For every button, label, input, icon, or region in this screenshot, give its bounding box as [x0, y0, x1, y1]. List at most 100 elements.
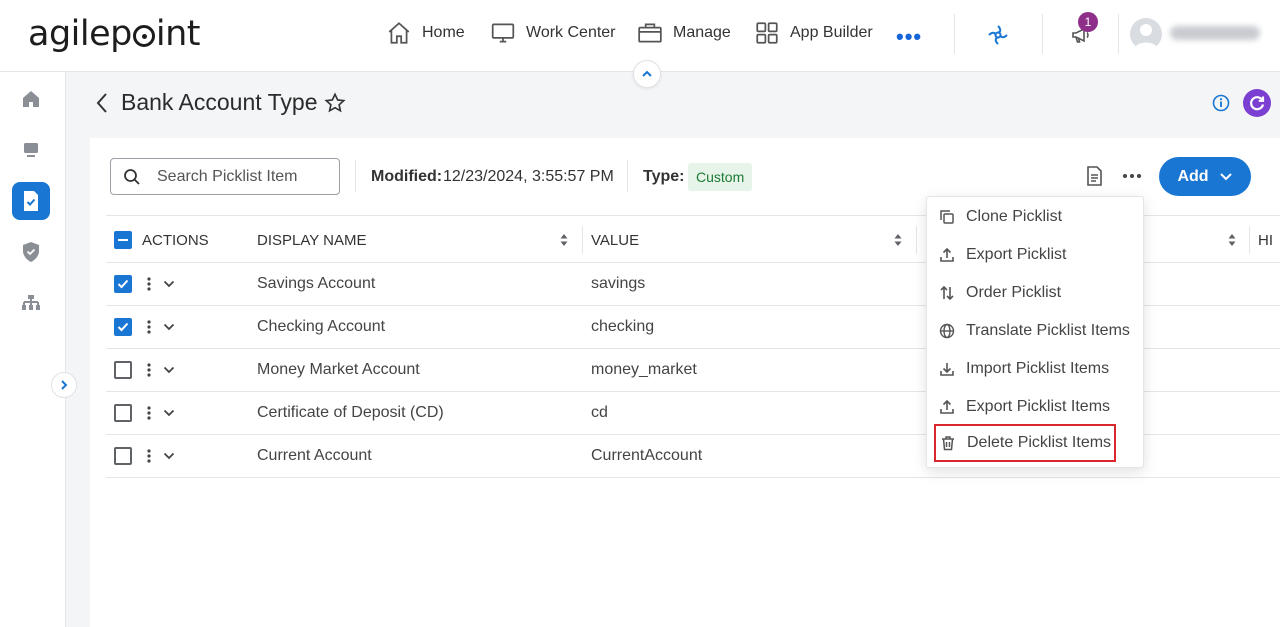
rail-hierarchy[interactable]	[12, 284, 50, 322]
nav-home[interactable]: Home	[386, 20, 465, 46]
home-icon	[23, 91, 39, 107]
rail-security[interactable]	[12, 233, 50, 271]
monitor-icon	[491, 23, 515, 43]
divider	[355, 160, 356, 192]
refresh-button[interactable]	[1243, 89, 1271, 117]
monitor-icon	[24, 143, 38, 157]
chevron-down-icon[interactable]	[163, 366, 175, 374]
chevron-down-icon[interactable]	[163, 280, 175, 288]
menu-item-label: Export Picklist	[966, 246, 1067, 263]
rail-work-center[interactable]	[12, 131, 50, 169]
chevron-right-icon	[61, 380, 68, 390]
sort-icon[interactable]	[560, 233, 568, 247]
more-vertical-icon[interactable]	[146, 276, 152, 292]
star-icon	[324, 92, 346, 113]
chevron-down-icon[interactable]	[163, 409, 175, 417]
import-icon	[940, 363, 954, 376]
select-all-checkbox[interactable]	[114, 231, 132, 249]
modified-value: 12/23/2024, 3:55:57 PM	[443, 168, 614, 185]
menu-item-export-picklist[interactable]: Export Picklist	[927, 236, 1143, 274]
add-button-label: Add	[1177, 167, 1209, 185]
nav-home-label: Home	[422, 24, 465, 41]
ai-assistant-button[interactable]	[977, 14, 1019, 56]
value-cell: CurrentAccount	[591, 447, 703, 464]
menu-item-label: Import Picklist Items	[966, 360, 1110, 377]
nav-manage-label: Manage	[673, 24, 731, 41]
row-checkbox[interactable]	[114, 447, 132, 465]
column-divider[interactable]	[1249, 226, 1250, 254]
info-button[interactable]	[1212, 94, 1230, 117]
back-button[interactable]	[95, 92, 109, 119]
add-button[interactable]: Add	[1159, 157, 1251, 196]
column-divider[interactable]	[582, 226, 583, 254]
rail-home[interactable]	[12, 80, 50, 118]
ai-assistant-icon	[988, 25, 1008, 45]
shield-icon	[23, 242, 39, 262]
search-box[interactable]	[110, 158, 340, 195]
page-title: Bank Account Type	[121, 89, 318, 115]
menu-item-clone-picklist[interactable]: Clone Picklist	[927, 198, 1143, 236]
info-icon	[1212, 94, 1230, 112]
nav-work-center-label: Work Center	[526, 24, 616, 41]
globe-icon	[939, 323, 955, 339]
sort-icon[interactable]	[1228, 233, 1236, 247]
menu-item-order-picklist[interactable]: Order Picklist	[927, 274, 1143, 312]
menu-item-import-picklist-items[interactable]: Import Picklist Items	[927, 350, 1143, 388]
document-button[interactable]	[1084, 165, 1104, 192]
menu-item-label: Clone Picklist	[966, 208, 1063, 225]
agilepoint-logo[interactable]: agilep int	[28, 14, 201, 54]
minus-icon	[118, 239, 128, 241]
chevron-down-icon[interactable]	[163, 323, 175, 331]
menu-item-export-picklist-items[interactable]: Export Picklist Items	[927, 388, 1143, 426]
type-badge: Custom	[688, 163, 753, 191]
row-checkbox[interactable]	[114, 404, 132, 422]
user-icon	[1134, 24, 1158, 50]
chevron-up-icon	[642, 70, 652, 77]
column-header-value[interactable]: VALUE	[591, 232, 639, 249]
notification-badge: 1	[1078, 12, 1098, 32]
column-header-display-name[interactable]: DISPLAY NAME	[257, 232, 366, 249]
menu-item-label: Export Picklist Items	[966, 398, 1111, 415]
column-header-hidden[interactable]: HI	[1258, 232, 1273, 249]
more-options-menu: Clone Picklist Export Picklist Order Pic…	[926, 196, 1144, 468]
avatar[interactable]	[1130, 18, 1162, 50]
username-blurred[interactable]	[1170, 26, 1260, 40]
nav-app-builder[interactable]: App Builder	[754, 20, 873, 46]
nav-work-center[interactable]: Work Center	[490, 20, 616, 46]
document-icon	[1087, 166, 1102, 186]
check-icon	[117, 279, 129, 289]
more-options-button[interactable]	[1120, 165, 1144, 192]
row-checkbox[interactable]	[114, 275, 132, 293]
collapse-header-button[interactable]	[633, 60, 661, 88]
value-cell: money_market	[591, 361, 697, 378]
menu-item-delete-picklist-items[interactable]: Delete Picklist Items	[934, 424, 1116, 462]
column-divider[interactable]	[916, 226, 917, 254]
more-vertical-icon[interactable]	[146, 319, 152, 335]
sort-icon[interactable]	[894, 233, 902, 247]
column-header-actions: ACTIONS	[142, 232, 209, 249]
more-vertical-icon[interactable]	[146, 362, 152, 378]
chevron-down-icon[interactable]	[163, 452, 175, 460]
display-name-cell: Checking Account	[257, 318, 386, 335]
menu-item-translate-picklist-items[interactable]: Translate Picklist Items	[927, 312, 1143, 350]
nav-manage[interactable]: Manage	[637, 20, 731, 46]
menu-item-label: Delete Picklist Items	[967, 434, 1112, 451]
search-input[interactable]	[157, 167, 327, 186]
more-vertical-icon[interactable]	[146, 448, 152, 464]
menu-item-label: Order Picklist	[966, 284, 1062, 301]
chevron-down-icon	[1219, 172, 1232, 180]
rail-picklist[interactable]	[12, 182, 50, 220]
nav-more-button[interactable]: •••	[896, 24, 922, 50]
nav-app-builder-label: App Builder	[790, 24, 873, 41]
grid-icon	[756, 22, 778, 44]
row-checkbox[interactable]	[114, 361, 132, 379]
refresh-icon	[1250, 96, 1265, 111]
clone-icon	[940, 210, 954, 224]
more-vertical-icon[interactable]	[146, 405, 152, 421]
document-check-icon	[24, 191, 38, 211]
display-name-cell: Money Market Account	[257, 361, 420, 378]
expand-sidebar-button[interactable]	[51, 372, 77, 398]
favorite-button[interactable]	[324, 92, 346, 119]
row-checkbox[interactable]	[114, 318, 132, 336]
display-name-cell: Certificate of Deposit (CD)	[257, 404, 444, 421]
